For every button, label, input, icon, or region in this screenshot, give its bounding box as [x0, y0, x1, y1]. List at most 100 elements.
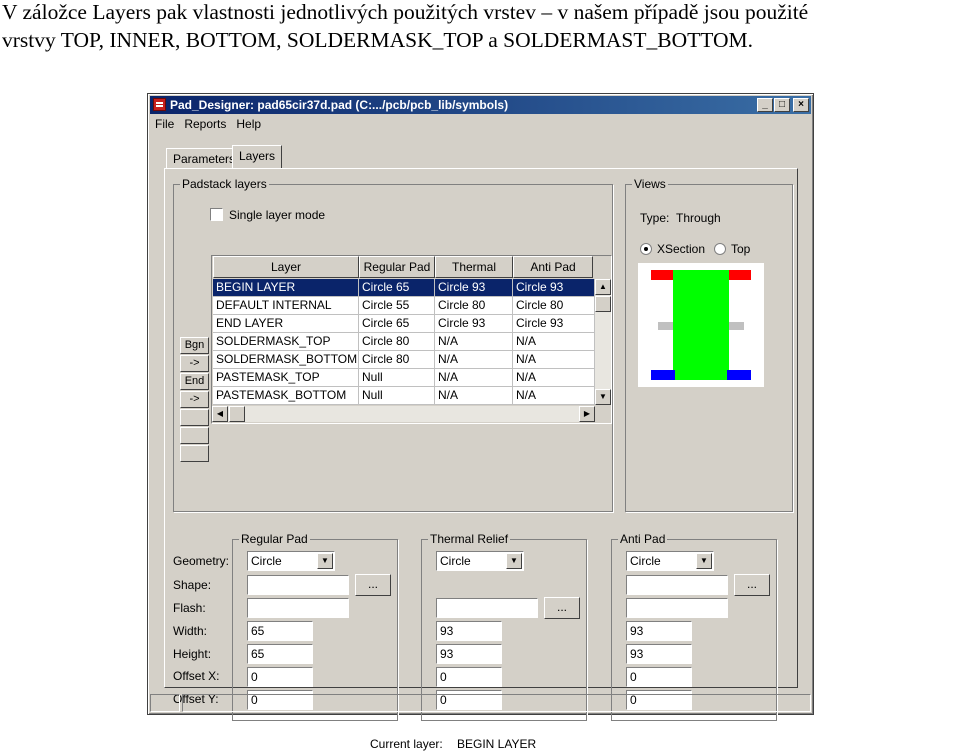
type-value: Through	[676, 211, 721, 225]
column-header-regular-pad[interactable]: Regular Pad	[359, 256, 435, 278]
row-button-end[interactable]: End	[180, 373, 209, 390]
cell-thermal-relief: Circle 80	[435, 297, 513, 315]
cell-layer: BEGIN LAYER	[213, 279, 359, 297]
padstack-layers-grid[interactable]: Layer Regular Pad Thermal Relief Anti Pa…	[211, 255, 612, 424]
cell-thermal-relief: N/A	[435, 387, 513, 405]
cell-thermal-relief: N/A	[435, 333, 513, 351]
tab-layers[interactable]: Layers	[232, 145, 283, 168]
thermal-relief-label: Thermal Relief	[428, 532, 511, 546]
cell-anti-pad: Circle 93	[513, 279, 595, 297]
cell-layer: PASTEMASK_BOTTOM	[213, 387, 359, 405]
menu-reports[interactable]: Reports	[179, 115, 231, 134]
anti-pad-offset-x-field[interactable]: 0	[626, 667, 692, 687]
offset-x-label: Offset X:	[173, 669, 220, 683]
column-header-anti-pad[interactable]: Anti Pad	[513, 256, 593, 278]
thermal-relief-flash-browse-button[interactable]: ...	[544, 597, 580, 619]
status-pane	[150, 694, 180, 712]
scroll-thumb[interactable]	[595, 296, 611, 312]
row-button-bgn[interactable]: Bgn	[180, 337, 209, 354]
cell-anti-pad: Circle 93	[513, 315, 595, 333]
single-layer-mode-checkbox[interactable]	[210, 208, 223, 221]
grid-vertical-scrollbar[interactable]: ▲ ▼	[595, 279, 611, 405]
row-button[interactable]	[180, 445, 209, 462]
regular-pad-offset-x-field[interactable]: 0	[247, 667, 313, 687]
top-radio-label: Top	[731, 242, 751, 256]
cell-layer: SOLDERMASK_BOTTOM	[213, 351, 359, 369]
current-layer-value: BEGIN LAYER	[457, 737, 537, 751]
window-controls: _ □ ×	[757, 98, 809, 112]
tab-parameters[interactable]: Parameters	[166, 148, 243, 168]
menu-bar: File Reports Help	[150, 115, 266, 134]
regular-pad-geometry-value: Circle	[251, 554, 282, 568]
row-button[interactable]	[180, 427, 209, 444]
thermal-relief-height-field[interactable]: 93	[436, 644, 502, 664]
regular-pad-geometry-select[interactable]: Circle ▼	[247, 551, 335, 571]
cell-thermal-relief: N/A	[435, 351, 513, 369]
cell-regular-pad: Circle 65	[359, 315, 435, 333]
window-title: Pad_Designer: pad65cir37d.pad (C:.../pcb…	[170, 98, 509, 112]
cell-anti-pad: N/A	[513, 369, 595, 387]
scroll-up-icon[interactable]: ▲	[595, 279, 611, 295]
anti-pad-shape-field[interactable]	[626, 575, 728, 595]
cell-regular-pad: Circle 55	[359, 297, 435, 315]
chevron-down-icon[interactable]: ▼	[696, 553, 712, 569]
row-button[interactable]	[180, 409, 209, 426]
pad-designer-window: Pad_Designer: pad65cir37d.pad (C:.../pcb…	[147, 93, 814, 751]
maximize-button[interactable]: □	[774, 98, 790, 112]
scroll-thumb[interactable]	[229, 406, 245, 422]
current-layer-label: Current layer:	[370, 737, 443, 751]
thermal-relief-width-field[interactable]: 93	[436, 621, 502, 641]
close-button[interactable]: ×	[793, 98, 809, 112]
regular-pad-width-field[interactable]: 65	[247, 621, 313, 641]
regular-pad-shape-field[interactable]	[247, 575, 349, 595]
views-label: Views	[632, 177, 668, 191]
thermal-relief-flash-field[interactable]	[436, 598, 538, 618]
minimize-button[interactable]: _	[757, 98, 773, 112]
menu-file[interactable]: File	[150, 115, 179, 134]
cell-layer: SOLDERMASK_TOP	[213, 333, 359, 351]
scroll-left-icon[interactable]: ◀	[212, 406, 228, 422]
top-radio[interactable]	[714, 243, 726, 255]
cell-regular-pad: Circle 65	[359, 279, 435, 297]
row-button-copy[interactable]: ->	[180, 355, 209, 372]
thermal-relief-offset-x-field[interactable]: 0	[436, 667, 502, 687]
top-pad-right	[727, 270, 751, 280]
flash-label: Flash:	[173, 601, 206, 615]
cell-thermal-relief: Circle 93	[435, 315, 513, 333]
cell-anti-pad: N/A	[513, 333, 595, 351]
cell-anti-pad: N/A	[513, 387, 595, 405]
scroll-down-icon[interactable]: ▼	[595, 389, 611, 405]
cell-regular-pad: Circle 80	[359, 333, 435, 351]
bottom-pad-right	[727, 370, 751, 380]
status-pane	[182, 694, 811, 712]
cell-regular-pad: Null	[359, 387, 435, 405]
status-bar	[150, 694, 811, 712]
anti-pad-shape-browse-button[interactable]: ...	[734, 574, 770, 596]
regular-pad-flash-field[interactable]	[247, 598, 349, 618]
title-bar[interactable]: Pad_Designer: pad65cir37d.pad (C:.../pcb…	[150, 96, 811, 114]
menu-help[interactable]: Help	[231, 115, 266, 134]
cell-thermal-relief: N/A	[435, 369, 513, 387]
grid-horizontal-scrollbar[interactable]: ◀ ▶	[212, 406, 595, 422]
layers-tab-panel: Padstack layers Single layer mode Bgn ->…	[164, 168, 798, 751]
anti-pad-flash-field[interactable]	[626, 598, 728, 618]
column-header-layer[interactable]: Layer	[213, 256, 359, 278]
bottom-pad-left	[651, 370, 675, 380]
row-button-copy[interactable]: ->	[180, 391, 209, 408]
cell-layer: END LAYER	[213, 315, 359, 333]
cell-regular-pad: Null	[359, 369, 435, 387]
scroll-right-icon[interactable]: ▶	[579, 406, 595, 422]
regular-pad-shape-browse-button[interactable]: ...	[355, 574, 391, 596]
regular-pad-height-field[interactable]: 65	[247, 644, 313, 664]
anti-pad-geometry-select[interactable]: Circle ▼	[626, 551, 714, 571]
chevron-down-icon[interactable]: ▼	[317, 553, 333, 569]
xsection-radio[interactable]	[640, 243, 652, 255]
thermal-relief-geometry-select[interactable]: Circle ▼	[436, 551, 524, 571]
cell-layer: PASTEMASK_TOP	[213, 369, 359, 387]
anti-pad-geometry-value: Circle	[630, 554, 661, 568]
column-header-thermal-relief[interactable]: Thermal Relief	[435, 256, 513, 294]
padstack-layers-label: Padstack layers	[180, 177, 269, 191]
chevron-down-icon[interactable]: ▼	[506, 553, 522, 569]
anti-pad-height-field[interactable]: 93	[626, 644, 692, 664]
anti-pad-width-field[interactable]: 93	[626, 621, 692, 641]
